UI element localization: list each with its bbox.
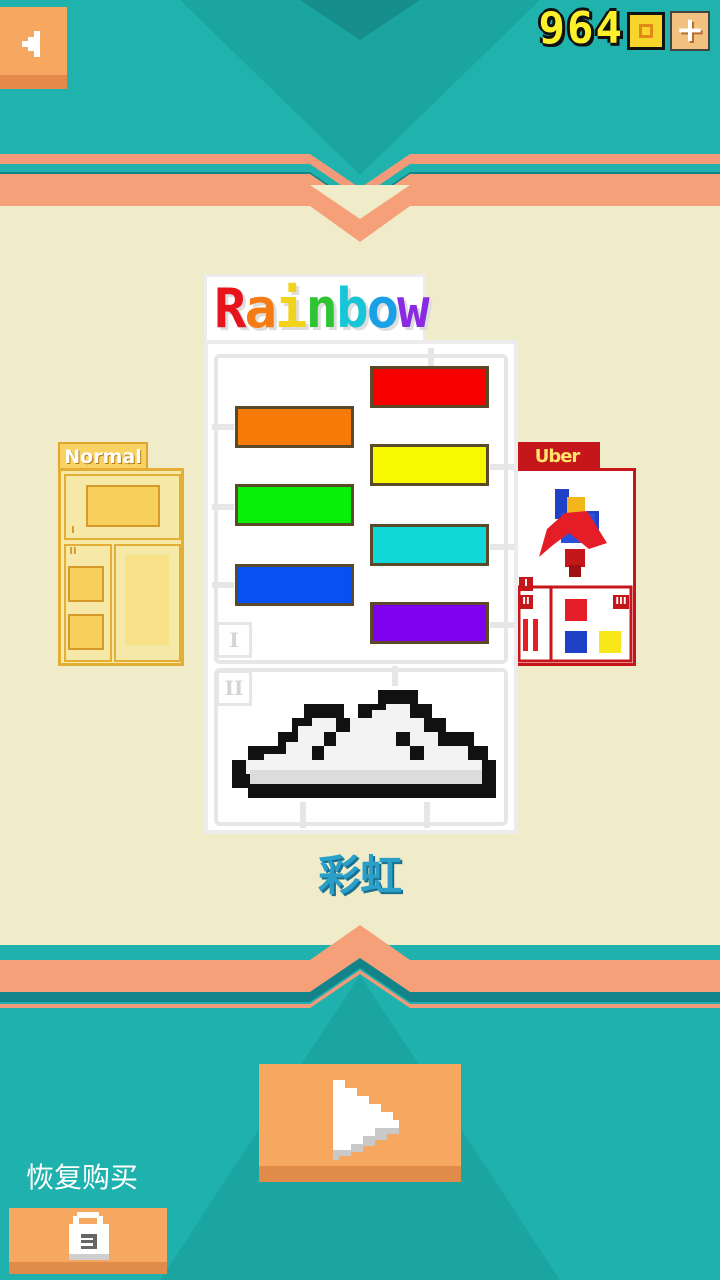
color-swatch-cyan <box>370 524 489 566</box>
uberman-skin-label: Uber man <box>534 446 581 493</box>
sprue-gate <box>490 544 514 550</box>
sprue-gate <box>428 348 434 366</box>
title-letter: a <box>244 277 277 340</box>
normal-skin-parts <box>64 474 181 662</box>
uberman-skin-card[interactable]: I II III <box>514 468 636 666</box>
sprue-gate <box>212 424 234 430</box>
normal-part-number-1: I <box>71 525 75 536</box>
normal-skin-label: Normal <box>64 446 142 468</box>
normal-skin-card[interactable]: I II <box>58 468 184 666</box>
rainbow-skin-card[interactable]: I II <box>204 340 518 834</box>
rainbow-skin-title: Rainbow <box>214 277 430 340</box>
color-swatch-blue <box>235 564 354 606</box>
lock-icon <box>69 1212 109 1260</box>
cloud-icon <box>232 690 496 798</box>
title-letter: w <box>397 277 429 340</box>
uberman-skin-parts <box>517 489 633 663</box>
color-swatch-red <box>370 366 489 408</box>
sprue-gate <box>392 666 398 686</box>
sprue-gate <box>490 464 514 470</box>
title-letter: R <box>214 277 246 340</box>
uberman-part-number-1: I <box>519 577 533 591</box>
play-icon <box>333 1080 399 1160</box>
color-swatch-green <box>235 484 354 526</box>
part-number-1: I <box>216 622 252 658</box>
sprue-gate <box>212 504 234 510</box>
bottom-divider-stripes <box>0 925 720 1008</box>
uberman-part-number-3: III <box>613 595 629 609</box>
sprue-gate <box>212 582 234 588</box>
back-button[interactable] <box>0 7 67 89</box>
skin-name: 彩虹 <box>317 851 402 900</box>
color-swatch-orange <box>235 406 354 448</box>
restore-purchase-button[interactable] <box>9 1208 167 1274</box>
coin-icon <box>627 12 665 50</box>
top-divider-overlay <box>0 185 720 242</box>
uberman-part-number-2: II <box>519 595 533 609</box>
normal-part-number-2: II <box>69 546 77 557</box>
play-button[interactable] <box>259 1064 461 1182</box>
add-coins-button[interactable]: + <box>670 11 710 51</box>
title-letter: b <box>336 277 368 340</box>
color-swatch-yellow <box>370 444 489 486</box>
restore-purchase-label: 恢复购买 <box>26 1161 139 1194</box>
color-swatch-purple <box>370 602 489 644</box>
coin-count: 964 <box>538 3 624 54</box>
speaker-back-icon <box>22 31 40 57</box>
title-letter: n <box>305 277 338 340</box>
sprue-gate <box>490 622 514 628</box>
title-letter: i <box>275 277 307 340</box>
title-letter: o <box>366 277 399 340</box>
